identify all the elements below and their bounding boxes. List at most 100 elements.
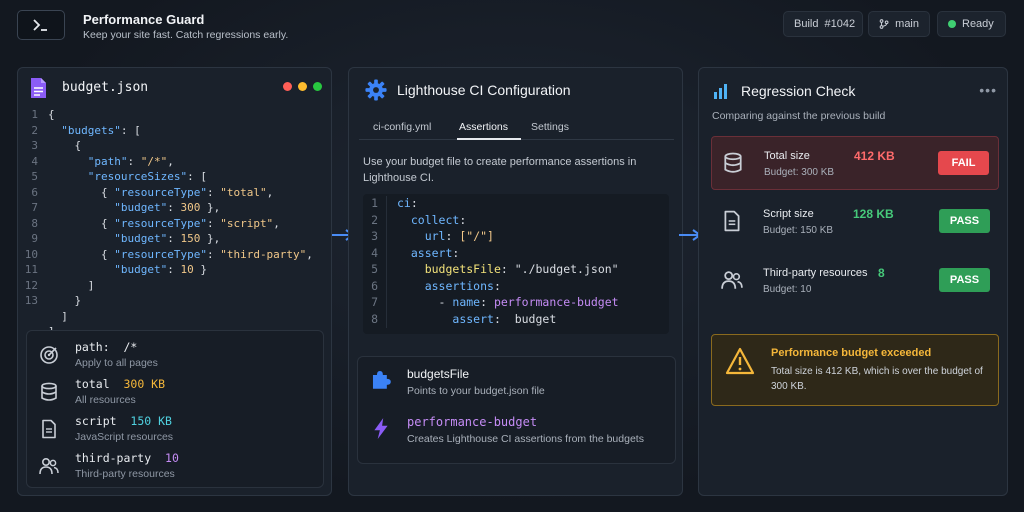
code-token: }: [48, 294, 82, 307]
result-row[interactable]: Total size 412 KB Budget: 300 KB FAIL: [711, 136, 999, 190]
users-icon: [721, 269, 743, 291]
code-token: budgetsFile: [424, 262, 501, 276]
code-line: 2 collect:: [363, 212, 669, 229]
puzzle-icon: [370, 369, 392, 391]
result-row[interactable]: Third-party resources 8 Budget: 10 PASS: [711, 254, 999, 308]
code-token: :: [452, 245, 460, 260]
metric-value: 412 KB: [854, 149, 895, 163]
code-token: ]: [48, 309, 68, 323]
code-token: "resourceType": [114, 216, 207, 230]
line-number: 13: [24, 294, 38, 307]
minimize-dot[interactable]: [298, 82, 307, 91]
line-number: 1: [31, 108, 38, 121]
code-token: : budget: [493, 311, 557, 326]
code-token: 300: [180, 201, 201, 214]
build-label: Build: [794, 18, 819, 30]
code-token: :: [410, 196, 418, 210]
users-icon: [39, 456, 59, 476]
bolt-icon: [370, 417, 392, 439]
metric-budget: Budget: 150 KB: [763, 225, 834, 236]
budget-alert: Performance budget exceeded Total size i…: [711, 334, 999, 406]
legend-label: script 150 KB: [75, 414, 172, 428]
code-token: 150: [180, 232, 201, 245]
code-token: "budgets": [61, 123, 121, 137]
legend-description: Third-party resources: [75, 468, 175, 480]
code-line: 11 "budget": 10 }: [18, 263, 333, 279]
status-badge: FAIL: [938, 151, 989, 175]
code-token: : [: [120, 123, 141, 137]
status-badge: PASS: [939, 268, 990, 292]
config-title: Lighthouse CI Configuration: [397, 82, 571, 98]
code-token: {: [48, 216, 115, 230]
code-token: "resourceSizes": [87, 170, 188, 183]
git-branch-icon: [879, 19, 889, 29]
code-token: "total": [220, 185, 267, 199]
code-token: ]: [48, 278, 95, 292]
regression-subtitle: Comparing against the previous build: [712, 110, 886, 122]
code-token: :: [206, 185, 221, 199]
line-number: 7: [363, 295, 387, 312]
code-token: "resourceType": [114, 247, 207, 261]
code-token: :: [127, 154, 141, 168]
code-line: 9 "budget": 150 },: [18, 232, 333, 248]
close-dot[interactable]: [283, 82, 292, 91]
tab-assertions[interactable]: Assertions: [459, 121, 508, 133]
code-line: 3 url: ["/"]: [363, 229, 669, 246]
tab-settings[interactable]: Settings: [531, 121, 569, 133]
result-row[interactable]: Script size 128 KB Budget: 150 KB PASS: [711, 195, 999, 249]
code-line: 7 - name: performance-budget: [363, 295, 669, 312]
code-token: "third-party": [220, 247, 307, 261]
config-tabs: ci-config.yml Assertions Settings: [359, 114, 674, 140]
more-options-icon[interactable]: •••: [979, 82, 997, 98]
metric-value: 8: [878, 266, 885, 280]
line-number: 10: [24, 247, 38, 261]
code-token: collect: [410, 212, 460, 227]
maximize-dot[interactable]: [313, 82, 322, 91]
window-controls: [283, 82, 322, 91]
code-line: 4 assert:: [363, 245, 669, 263]
metric-label: Total size: [764, 150, 810, 162]
definition-name: budgetsFile: [407, 367, 470, 381]
code-line: 12 ]: [18, 279, 333, 295]
budget-code-editor[interactable]: 1{2 "budgets": [3 {4 "path": "/*", 5 "res…: [18, 108, 333, 325]
code-token: :: [167, 232, 181, 245]
code-token: ci: [397, 196, 411, 210]
code-token: :: [206, 247, 221, 261]
code-line: 7 "budget": 300 },: [18, 201, 333, 217]
legend-value: /*: [123, 340, 138, 354]
code-token: {: [48, 247, 115, 261]
code-token: -: [397, 295, 453, 309]
line-number: 6: [363, 278, 387, 295]
legend-label: third-party 10: [75, 451, 179, 465]
legend-item: total 300 KB All resources: [27, 374, 325, 410]
tab-ci-config[interactable]: ci-config.yml: [373, 121, 431, 133]
database-icon: [722, 152, 744, 174]
code-token: ["/"]: [459, 229, 494, 243]
line-number: 12: [24, 278, 38, 292]
code-token: },: [200, 201, 221, 214]
config-code-editor[interactable]: 1 ci:2 collect:3 url: ["/"] 4 assert:5 bud…: [363, 194, 669, 334]
legend-value: 10: [165, 451, 179, 465]
build-pill[interactable]: Build #1042: [783, 11, 863, 37]
legend-item: script 150 KB JavaScript resources: [27, 411, 325, 447]
code-token: ,: [273, 216, 280, 230]
code-line: 3 {: [18, 139, 333, 155]
branch-pill[interactable]: main: [868, 11, 930, 37]
line-number: 6: [31, 185, 38, 199]
code-token: :: [167, 201, 181, 214]
line-number: 9: [31, 232, 38, 245]
code-token: "resourceType": [114, 185, 207, 199]
terminal-icon: [17, 10, 65, 40]
code-token: :: [480, 295, 494, 309]
status-pill: Ready: [937, 11, 1006, 37]
status-text: Ready: [962, 18, 994, 30]
config-description: Use your budget file to create performan…: [363, 156, 637, 184]
legend-description: JavaScript resources: [75, 431, 174, 443]
line-number: 3: [31, 139, 38, 152]
legend-label: total 300 KB: [75, 377, 166, 391]
lighthouse-config-panel: Lighthouse CI Configuration ci-config.ym…: [348, 67, 683, 496]
